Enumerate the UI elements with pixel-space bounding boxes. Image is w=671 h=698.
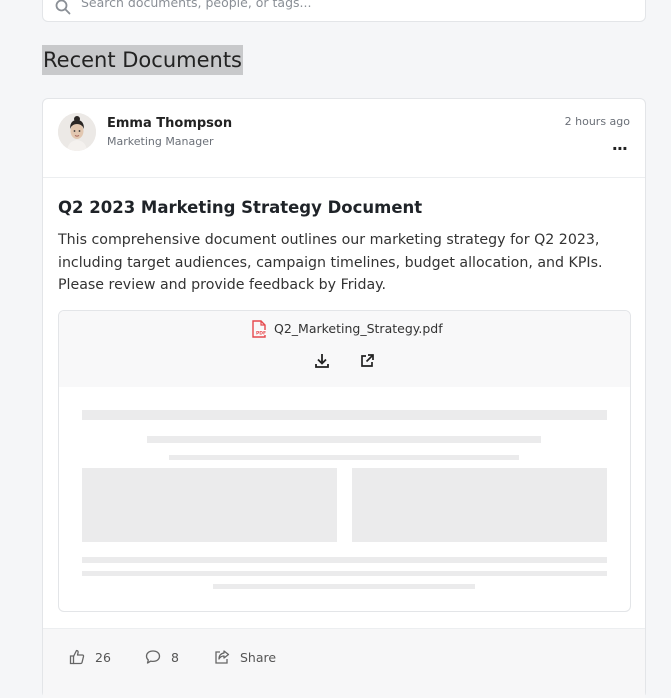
post-actions: 26 8 Share bbox=[43, 628, 645, 698]
search-input[interactable] bbox=[81, 0, 601, 10]
comment-icon bbox=[145, 650, 161, 664]
preview-placeholder-line bbox=[82, 557, 607, 563]
comment-button[interactable]: 8 bbox=[145, 649, 179, 665]
external-link-icon[interactable] bbox=[359, 353, 375, 369]
search-box[interactable] bbox=[42, 0, 646, 22]
svg-text:PDF: PDF bbox=[256, 331, 266, 337]
preview-placeholder-line bbox=[147, 436, 541, 443]
pdf-icon: PDF bbox=[252, 320, 266, 338]
attachment-preview[interactable]: PDF Q2_Marketing_Strategy.pdf bbox=[58, 310, 631, 612]
author-role: Marketing Manager bbox=[107, 135, 214, 148]
post-timestamp: 2 hours ago bbox=[564, 115, 630, 128]
thumbs-up-icon bbox=[69, 649, 85, 665]
comment-count: 8 bbox=[171, 649, 179, 665]
post-header: Emma Thompson Marketing Manager 2 hours … bbox=[43, 99, 645, 178]
author-name[interactable]: Emma Thompson bbox=[107, 116, 232, 131]
attachment-file-name[interactable]: Q2_Marketing_Strategy.pdf bbox=[274, 321, 443, 336]
preview-placeholder-block bbox=[82, 468, 337, 542]
preview-placeholder-line bbox=[82, 571, 607, 576]
share-button[interactable]: Share bbox=[214, 649, 276, 665]
preview-placeholder-line bbox=[82, 410, 607, 420]
document-description: This comprehensive document outlines our… bbox=[58, 232, 603, 293]
download-icon[interactable] bbox=[314, 353, 330, 369]
document-title: Q2 2023 Marketing Strategy Document bbox=[58, 198, 423, 217]
preview-placeholder-line bbox=[169, 455, 519, 460]
more-options-button[interactable]: ... bbox=[612, 135, 628, 154]
like-button[interactable]: 26 bbox=[69, 649, 111, 665]
avatar[interactable] bbox=[58, 113, 96, 151]
section-title: Recent Documents bbox=[42, 45, 243, 75]
document-post-card: Emma Thompson Marketing Manager 2 hours … bbox=[42, 98, 646, 698]
preview-placeholder-block bbox=[352, 468, 607, 542]
share-label: Share bbox=[240, 649, 277, 665]
preview-placeholder-line bbox=[213, 584, 475, 589]
like-count: 26 bbox=[95, 649, 111, 665]
share-icon bbox=[215, 650, 230, 664]
search-icon bbox=[55, 0, 71, 15]
attachment-header: PDF Q2_Marketing_Strategy.pdf bbox=[59, 311, 630, 387]
